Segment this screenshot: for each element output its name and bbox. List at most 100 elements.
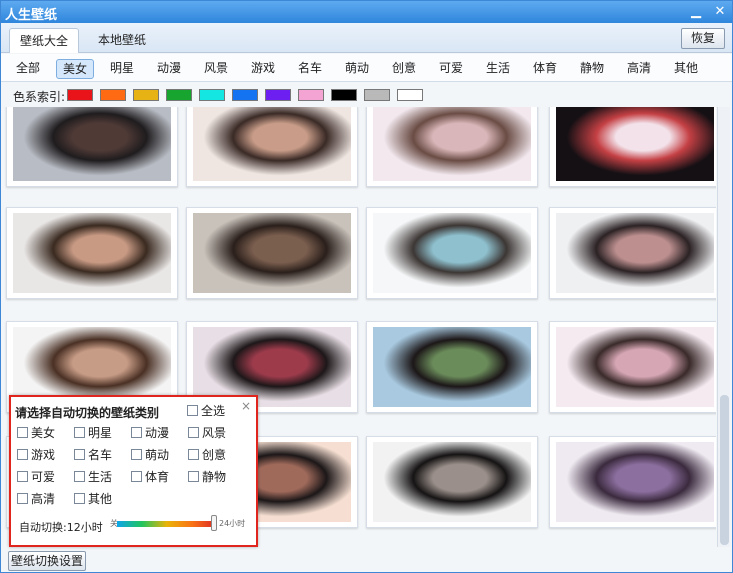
category-item[interactable]: 游戏 — [244, 59, 282, 79]
wallpaper-thumbnail[interactable] — [549, 436, 716, 528]
checkbox-label: 可爱 — [31, 470, 56, 484]
category-checkbox[interactable]: 可爱 — [17, 469, 55, 485]
category-item[interactable]: 名车 — [291, 59, 329, 79]
wallpaper-switch-settings-button[interactable]: 壁纸切换设置 — [8, 551, 86, 571]
checkbox-box[interactable] — [74, 427, 85, 438]
category-item[interactable]: 创意 — [385, 59, 423, 79]
popup-close-icon[interactable]: × — [241, 399, 251, 413]
wallpaper-thumbnail[interactable] — [366, 207, 538, 299]
color-swatch[interactable] — [133, 89, 159, 101]
interval-slider-track[interactable] — [117, 521, 217, 527]
restore-button[interactable]: 恢复 — [681, 28, 725, 49]
checkbox-box[interactable] — [17, 493, 28, 504]
wallpaper-image — [373, 107, 531, 181]
category-item[interactable]: 风景 — [197, 59, 235, 79]
tab-bar: 壁纸大全 本地壁纸 恢复 — [1, 23, 732, 53]
interval-slider-handle[interactable] — [211, 515, 217, 531]
color-swatch[interactable] — [364, 89, 390, 101]
wallpaper-thumbnail[interactable] — [366, 321, 538, 413]
minimize-icon[interactable]: ▁ — [687, 3, 705, 21]
color-swatch[interactable] — [166, 89, 192, 101]
wallpaper-image — [13, 213, 171, 293]
category-item[interactable]: 生活 — [479, 59, 517, 79]
checkbox-box[interactable] — [131, 449, 142, 460]
color-swatch[interactable] — [232, 89, 258, 101]
category-checkbox[interactable]: 生活 — [74, 469, 112, 485]
checkbox-label: 生活 — [88, 470, 113, 484]
scrollbar[interactable] — [717, 107, 730, 547]
checkbox-box[interactable] — [131, 427, 142, 438]
checkbox-label: 萌动 — [145, 448, 170, 462]
checkbox-label: 创意 — [202, 448, 227, 462]
color-swatch[interactable] — [67, 89, 93, 101]
category-item[interactable]: 其他 — [667, 59, 705, 79]
category-item[interactable]: 美女 — [56, 59, 94, 79]
select-all-checkbox[interactable]: 全选 — [187, 403, 225, 419]
tab-wallpaper-collection[interactable]: 壁纸大全 — [9, 28, 79, 53]
color-swatch[interactable] — [265, 89, 291, 101]
wallpaper-image — [193, 107, 351, 181]
color-swatch[interactable] — [397, 89, 423, 101]
checkbox-box[interactable] — [188, 471, 199, 482]
window-title: 人生壁纸 — [5, 8, 58, 23]
category-item[interactable]: 可爱 — [432, 59, 470, 79]
checkbox-box[interactable] — [17, 449, 28, 460]
category-item[interactable]: 高清 — [620, 59, 658, 79]
category-item[interactable]: 静物 — [573, 59, 611, 79]
category-checkbox[interactable]: 风景 — [188, 425, 226, 441]
checkbox-label: 体育 — [145, 470, 170, 484]
category-checkbox[interactable]: 游戏 — [17, 447, 55, 463]
checkbox-box[interactable] — [74, 493, 85, 504]
category-checkbox[interactable]: 名车 — [74, 447, 112, 463]
checkbox-box[interactable] — [74, 449, 85, 460]
wallpaper-thumbnail[interactable] — [366, 436, 538, 528]
checkbox-box[interactable] — [188, 427, 199, 438]
category-checkbox[interactable]: 静物 — [188, 469, 226, 485]
category-checkbox[interactable]: 高清 — [17, 491, 55, 507]
category-item[interactable]: 萌动 — [338, 59, 376, 79]
color-swatch[interactable] — [100, 89, 126, 101]
wallpaper-image — [556, 327, 714, 407]
wallpaper-thumbnail[interactable] — [186, 107, 358, 187]
close-icon[interactable]: ✕ — [711, 3, 729, 21]
checkbox-box[interactable] — [188, 449, 199, 460]
wallpaper-image — [193, 213, 351, 293]
color-swatch[interactable] — [331, 89, 357, 101]
color-index-bar: 色系索引: — [1, 83, 732, 107]
checkbox-box[interactable] — [17, 471, 28, 482]
wallpaper-thumbnail[interactable] — [549, 207, 716, 299]
category-checkbox[interactable]: 创意 — [188, 447, 226, 463]
category-checkbox[interactable]: 动漫 — [131, 425, 169, 441]
checkbox-box[interactable] — [17, 427, 28, 438]
checkbox-box[interactable] — [187, 405, 198, 416]
wallpaper-thumbnail[interactable] — [549, 321, 716, 413]
scrollbar-thumb[interactable] — [720, 395, 729, 545]
wallpaper-image — [556, 107, 714, 181]
wallpaper-thumbnail[interactable] — [6, 107, 178, 187]
category-item[interactable]: 明星 — [103, 59, 141, 79]
auto-switch-popup: 请选择自动切换的壁纸类别 全选 × 自动切换:12小时 关 24小时 美女 明星动… — [9, 395, 258, 547]
category-item[interactable]: 体育 — [526, 59, 564, 79]
wallpaper-thumbnail[interactable] — [6, 207, 178, 299]
category-checkbox[interactable]: 体育 — [131, 469, 169, 485]
category-item[interactable]: 动漫 — [150, 59, 188, 79]
category-checkbox[interactable]: 萌动 — [131, 447, 169, 463]
color-swatch[interactable] — [199, 89, 225, 101]
wallpaper-thumbnail[interactable] — [549, 107, 716, 187]
checkbox-label: 动漫 — [145, 426, 170, 440]
checkbox-box[interactable] — [131, 471, 142, 482]
wallpaper-thumbnail[interactable] — [366, 107, 538, 187]
category-item[interactable]: 全部 — [9, 59, 47, 79]
wallpaper-image — [373, 442, 531, 522]
wallpaper-image — [373, 327, 531, 407]
category-checkbox[interactable]: 明星 — [74, 425, 112, 441]
tab-local-wallpaper[interactable]: 本地壁纸 — [85, 28, 159, 53]
color-index-label: 色系索引: — [13, 90, 66, 104]
category-checkbox[interactable]: 美女 — [17, 425, 55, 441]
color-swatch[interactable] — [298, 89, 324, 101]
wallpaper-thumbnail[interactable] — [186, 207, 358, 299]
select-all-label: 全选 — [201, 404, 226, 418]
checkbox-box[interactable] — [74, 471, 85, 482]
category-checkbox[interactable]: 其他 — [74, 491, 112, 507]
checkbox-label: 明星 — [88, 426, 113, 440]
